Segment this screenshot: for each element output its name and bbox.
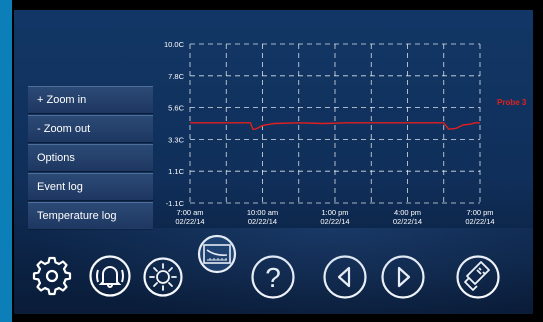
x-tick-date: 02/22/14 bbox=[320, 217, 349, 226]
left-arrow-icon bbox=[337, 266, 351, 288]
y-tick-label: 10.0C bbox=[164, 40, 185, 49]
x-tick-date: 02/22/14 bbox=[248, 217, 277, 226]
graph-view-button[interactable] bbox=[195, 234, 239, 274]
device-screen: + Zoom in - Zoom out Options Event log T… bbox=[14, 10, 533, 314]
help-button[interactable]: ? bbox=[250, 254, 296, 300]
previous-button[interactable] bbox=[322, 254, 368, 300]
usb-export-button[interactable] bbox=[455, 254, 501, 300]
legend-probe-3: Probe 3 bbox=[497, 98, 527, 107]
x-tick-date: 02/22/14 bbox=[465, 217, 494, 226]
help-icon: ? bbox=[265, 262, 281, 293]
y-axis-ticks: 10.0C 7.8C 5.6C 3.3C 1.1C -1.1C bbox=[164, 40, 185, 208]
settings-button[interactable] bbox=[30, 254, 74, 298]
x-tick-date: 02/22/14 bbox=[175, 217, 204, 226]
alarm-button[interactable] bbox=[88, 254, 132, 298]
brightness-button[interactable] bbox=[142, 256, 184, 298]
x-tick-time: 7:00 pm bbox=[466, 208, 493, 217]
right-arrow-icon bbox=[397, 266, 411, 288]
x-tick-time: 1:00 pm bbox=[321, 208, 348, 217]
next-button[interactable] bbox=[380, 254, 426, 300]
x-tick-date: 02/22/14 bbox=[393, 217, 422, 226]
bell-icon bbox=[96, 266, 124, 288]
x-axis-ticks: 7:00 am02/22/1410:00 am02/22/141:00 pm02… bbox=[175, 208, 494, 226]
y-tick-label: 1.1C bbox=[168, 167, 184, 176]
x-tick-time: 7:00 am bbox=[176, 208, 203, 217]
usb-icon bbox=[464, 261, 490, 291]
y-tick-label: 3.3C bbox=[168, 135, 184, 144]
x-tick-time: 4:00 pm bbox=[394, 208, 421, 217]
gear-icon bbox=[32, 256, 72, 296]
x-tick-time: 10:00 am bbox=[247, 208, 278, 217]
sun-icon bbox=[149, 263, 177, 291]
y-tick-label: -1.1C bbox=[166, 199, 185, 208]
y-tick-label: 5.6C bbox=[168, 104, 184, 113]
accent-stripe bbox=[0, 0, 12, 322]
y-tick-label: 7.8C bbox=[168, 72, 184, 81]
